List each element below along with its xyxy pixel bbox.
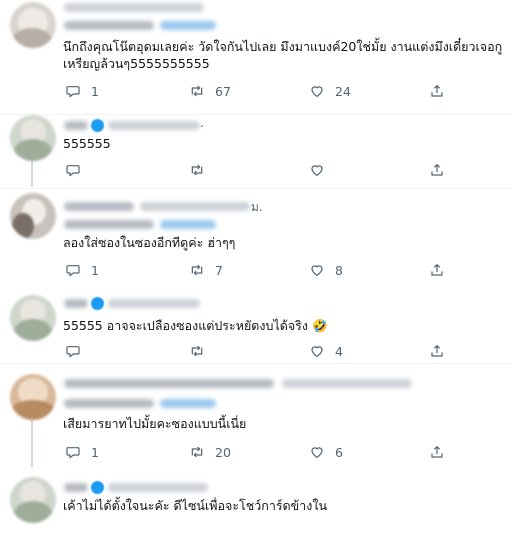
retweet-icon <box>191 345 203 357</box>
retweet-icon <box>191 85 203 97</box>
mention-link[interactable] <box>160 399 216 408</box>
tweet[interactable]: ม. ลองใส่ซองในซองอีกทีดูค่ะ ฮ่าๆๆ 1 7 8 <box>0 189 512 290</box>
heart-icon <box>311 265 323 276</box>
handle-and-time <box>108 483 208 492</box>
share-button[interactable] <box>429 442 445 462</box>
like-count: 8 <box>335 262 343 278</box>
tweet-text: นึกถึงคุณโน๊ตอุดมเลยค่ะ วัดใจกันไปเลย มึ… <box>63 39 503 71</box>
like-count: 4 <box>335 343 343 359</box>
reply-count: 1 <box>91 83 99 99</box>
heart-icon <box>311 346 323 357</box>
avatar[interactable] <box>10 193 56 239</box>
tweet-text: 55555 อาจจะเปลืองซองแต่ประหยัดงบได้จริง … <box>63 318 328 333</box>
share-button[interactable] <box>429 81 445 101</box>
retweet-button[interactable]: 20 <box>189 442 231 462</box>
tweet[interactable]: . 555555 <box>0 115 512 187</box>
display-name[interactable] <box>64 202 134 211</box>
share-icon <box>431 345 443 357</box>
retweet-button[interactable]: 7 <box>189 260 223 280</box>
tweet[interactable]: นึกถึงคุณโน๊ตอุดมเลยค่ะ วัดใจกันไปเลย มึ… <box>0 0 512 115</box>
heart-icon <box>311 86 323 97</box>
handle-and-time <box>140 202 250 211</box>
like-count: 6 <box>335 444 343 460</box>
share-button[interactable] <box>429 341 445 361</box>
tweet-text: เสียมารยาทไปมั้ยคะซองแบบนี้เนี่ย <box>63 416 247 431</box>
like-button[interactable]: 24 <box>309 81 351 101</box>
retweet-count: 7 <box>215 262 223 278</box>
retweet-count: 20 <box>215 444 231 460</box>
thread-line <box>31 161 33 187</box>
reply-icon <box>66 165 80 177</box>
tweet-text: ลองใส่ซองในซองอีกทีดูค่ะ ฮ่าๆๆ <box>63 235 236 250</box>
reply-button[interactable]: 1 <box>65 442 99 462</box>
reply-context <box>64 21 154 30</box>
thread-line <box>31 420 33 467</box>
heart-icon <box>311 447 323 458</box>
retweet-icon <box>191 446 203 458</box>
retweet-button[interactable]: 67 <box>189 81 231 101</box>
reply-count: 1 <box>91 444 99 460</box>
verified-badge-icon <box>91 481 104 494</box>
tweet-text: 555555 <box>63 136 111 151</box>
tweet[interactable]: 55555 อาจจะเปลืองซองแต่ประหยัดงบได้จริง … <box>0 291 512 364</box>
avatar[interactable] <box>10 477 56 523</box>
like-count: 24 <box>335 83 351 99</box>
retweet-button[interactable] <box>189 160 215 180</box>
retweet-icon <box>191 264 203 276</box>
reply-count: 1 <box>91 262 99 278</box>
reply-icon <box>66 346 80 358</box>
handle-and-time <box>108 121 200 130</box>
reply-context <box>64 399 154 408</box>
like-button[interactable]: 4 <box>309 341 343 361</box>
tweet-actions: 1 20 6 <box>63 442 453 462</box>
avatar[interactable] <box>10 295 56 341</box>
reply-icon <box>66 265 80 277</box>
reply-button[interactable] <box>65 160 91 180</box>
avatar[interactable] <box>10 374 56 420</box>
reply-button[interactable]: 1 <box>65 260 99 280</box>
display-name[interactable] <box>64 379 274 388</box>
share-icon <box>431 446 443 458</box>
handle-and-time <box>282 379 412 388</box>
like-button[interactable]: 8 <box>309 260 343 280</box>
verified-badge-icon <box>91 119 104 132</box>
share-button[interactable] <box>429 160 445 180</box>
avatar[interactable] <box>10 115 56 161</box>
tweet[interactable]: เสียมารยาทไปมั้ยคะซองแบบนี้เนี่ย 1 20 6 <box>0 364 512 467</box>
display-name[interactable] <box>64 299 88 308</box>
tweet-actions <box>63 160 453 180</box>
display-name[interactable] <box>64 121 88 130</box>
replies-feed: นึกถึงคุณโน๊ตอุดมเลยค่ะ วัดใจกันไปเลย มึ… <box>0 0 512 557</box>
share-icon <box>431 264 443 276</box>
retweet-count: 67 <box>215 83 231 99</box>
timestamp-tail: . <box>200 116 204 130</box>
share-icon <box>431 85 443 97</box>
tweet[interactable]: เค้าไม่ได้ตั้งใจนะคัะ ดีไซน์เพื่อจะโชว์ก… <box>0 467 512 557</box>
tweet-actions: 4 <box>63 341 453 361</box>
share-button[interactable] <box>429 260 445 280</box>
share-icon <box>431 164 443 176</box>
like-button[interactable]: 6 <box>309 442 343 462</box>
handle-and-time <box>108 299 200 308</box>
retweet-icon <box>191 164 203 176</box>
reply-button[interactable]: 1 <box>65 81 99 101</box>
reply-context <box>64 220 154 229</box>
tweet-text: เค้าไม่ได้ตั้งใจนะคัะ ดีไซน์เพื่อจะโชว์ก… <box>63 498 327 513</box>
tweet-actions: 1 7 8 <box>63 260 453 280</box>
display-name[interactable] <box>64 3 204 12</box>
reply-button[interactable] <box>65 341 91 361</box>
display-name[interactable] <box>64 483 88 492</box>
like-button[interactable] <box>309 160 335 180</box>
reply-icon <box>66 86 80 98</box>
retweet-button[interactable] <box>189 341 215 361</box>
mention-link[interactable] <box>160 220 216 229</box>
reply-icon <box>66 447 80 459</box>
heart-icon <box>311 165 323 176</box>
tweet-actions: 1 67 24 <box>63 81 453 101</box>
verified-badge-icon <box>91 297 104 310</box>
avatar[interactable] <box>10 2 56 48</box>
mention-link[interactable] <box>160 21 216 30</box>
timestamp-tail: ม. <box>251 200 263 214</box>
